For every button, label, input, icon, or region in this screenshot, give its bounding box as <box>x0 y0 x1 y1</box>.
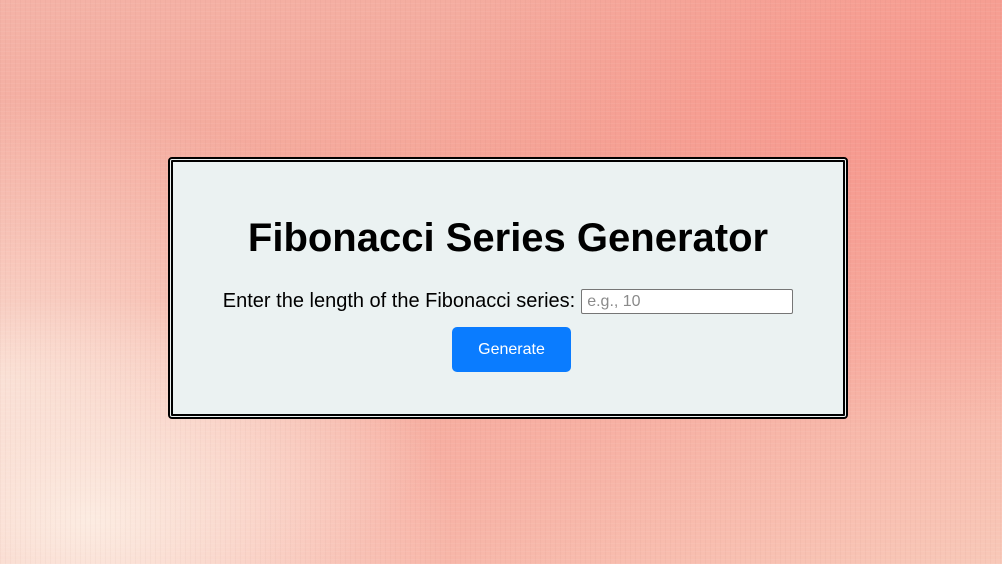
generator-card: Fibonacci Series Generator Enter the len… <box>168 157 848 419</box>
length-input[interactable] <box>581 289 794 314</box>
generate-button[interactable]: Generate <box>452 327 571 372</box>
length-label: Enter the length of the Fibonacci series… <box>222 290 576 312</box>
page-title: Fibonacci Series Generator <box>247 216 769 260</box>
length-input-row: Enter the length of the Fibonacci series… <box>173 289 843 314</box>
